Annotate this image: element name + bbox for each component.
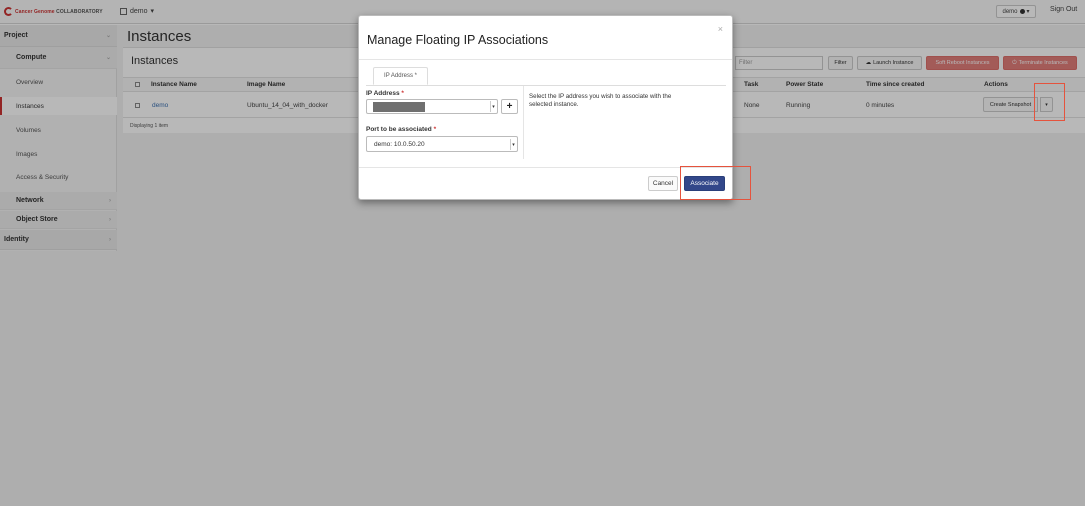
help-text: Select the IP address you wish to associ… [529,93,672,108]
chevron-down-icon: ▾ [510,139,516,150]
ip-address-label: IP Address * [366,90,404,97]
port-label-text: Port to be associated [366,126,432,133]
ip-address-label-text: IP Address [366,90,400,97]
associate-highlight-box [680,166,751,200]
cancel-button[interactable]: Cancel [648,176,678,191]
modal-header-divider [359,59,732,60]
close-icon[interactable]: × [718,24,723,34]
port-label: Port to be associated * [366,126,436,133]
port-select-value: demo: 10.0.50.20 [374,141,425,148]
actions-caret-highlight-box [1034,83,1065,121]
chevron-down-icon: ▾ [490,101,496,112]
allocate-ip-plus-button[interactable]: + [501,99,518,114]
port-select[interactable]: demo: 10.0.50.20 ▾ [366,136,518,152]
tab-ip-address[interactable]: IP Address * [373,67,428,85]
modal-title: Manage Floating IP Associations [367,33,549,47]
modal-footer-divider [359,167,732,168]
ip-address-select[interactable]: ▾ [366,99,498,114]
tab-underline [366,85,726,86]
required-mark: * [433,126,437,133]
floating-ip-modal: Manage Floating IP Associations × IP Add… [358,15,733,200]
redacted-ip-value [373,102,425,112]
form-column-divider [523,86,524,159]
required-mark: * [401,90,404,97]
